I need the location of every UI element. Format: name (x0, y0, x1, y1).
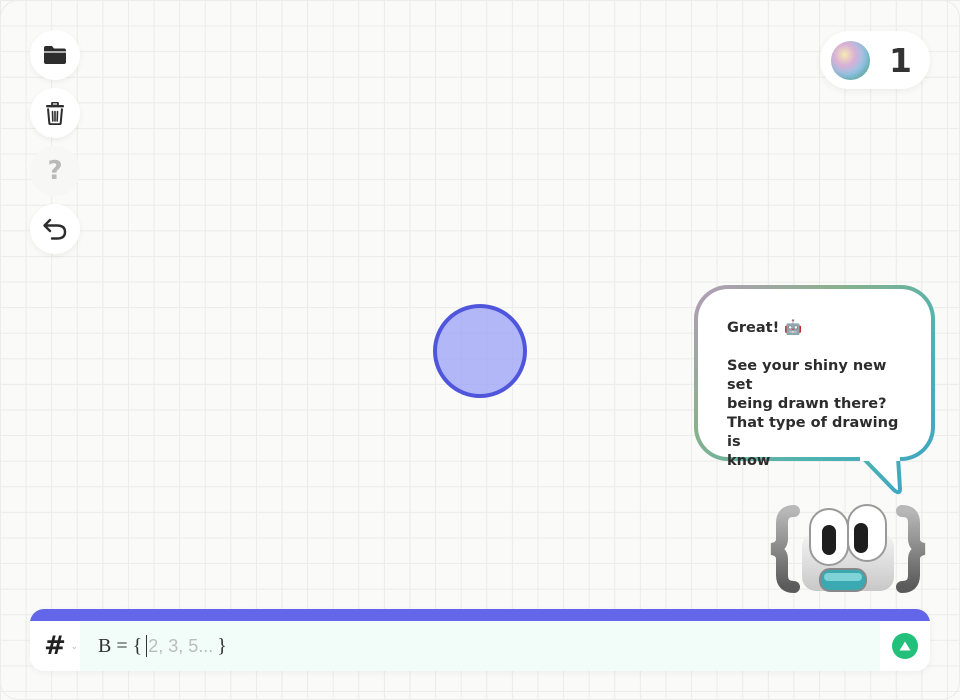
help-button[interactable]: ? (30, 146, 80, 196)
folder-icon (44, 46, 66, 64)
score-counter: 1 (820, 31, 930, 89)
bubble-message: Great! 🤖 See your shiny new set being dr… (727, 320, 899, 469)
bubble-tail-cover (860, 453, 900, 461)
delete-button[interactable] (30, 88, 80, 138)
expression-suffix: } (217, 634, 227, 657)
expression-prefix: B = { (98, 634, 143, 657)
speech-bubble: Great! 🤖 See your shiny new set being dr… (694, 285, 936, 497)
trash-icon (46, 101, 64, 125)
open-folder-button[interactable] (30, 30, 80, 80)
orb-icon (831, 40, 870, 80)
input-accent-strip (30, 609, 930, 621)
expression-placeholder: 2, 3, 5... (148, 635, 214, 656)
mascot-icon (770, 504, 926, 593)
expression-input[interactable]: B = { 2, 3, 5... } (80, 621, 880, 671)
chevron-down-icon: ⌄ (70, 642, 78, 652)
score-value: 1 (889, 40, 912, 80)
help-icon: ? (47, 156, 63, 186)
submit-button[interactable] (880, 621, 930, 671)
expression-input-bar: # ⌄ B = { 2, 3, 5... } (30, 609, 930, 671)
symbol-menu-button[interactable]: # ⌄ (30, 621, 80, 671)
hash-icon: # (44, 631, 66, 661)
undo-button[interactable] (30, 204, 80, 254)
text-cursor (146, 635, 148, 657)
send-icon (899, 641, 911, 651)
undo-icon (43, 218, 67, 240)
set-circle-drawing[interactable] (433, 304, 527, 398)
